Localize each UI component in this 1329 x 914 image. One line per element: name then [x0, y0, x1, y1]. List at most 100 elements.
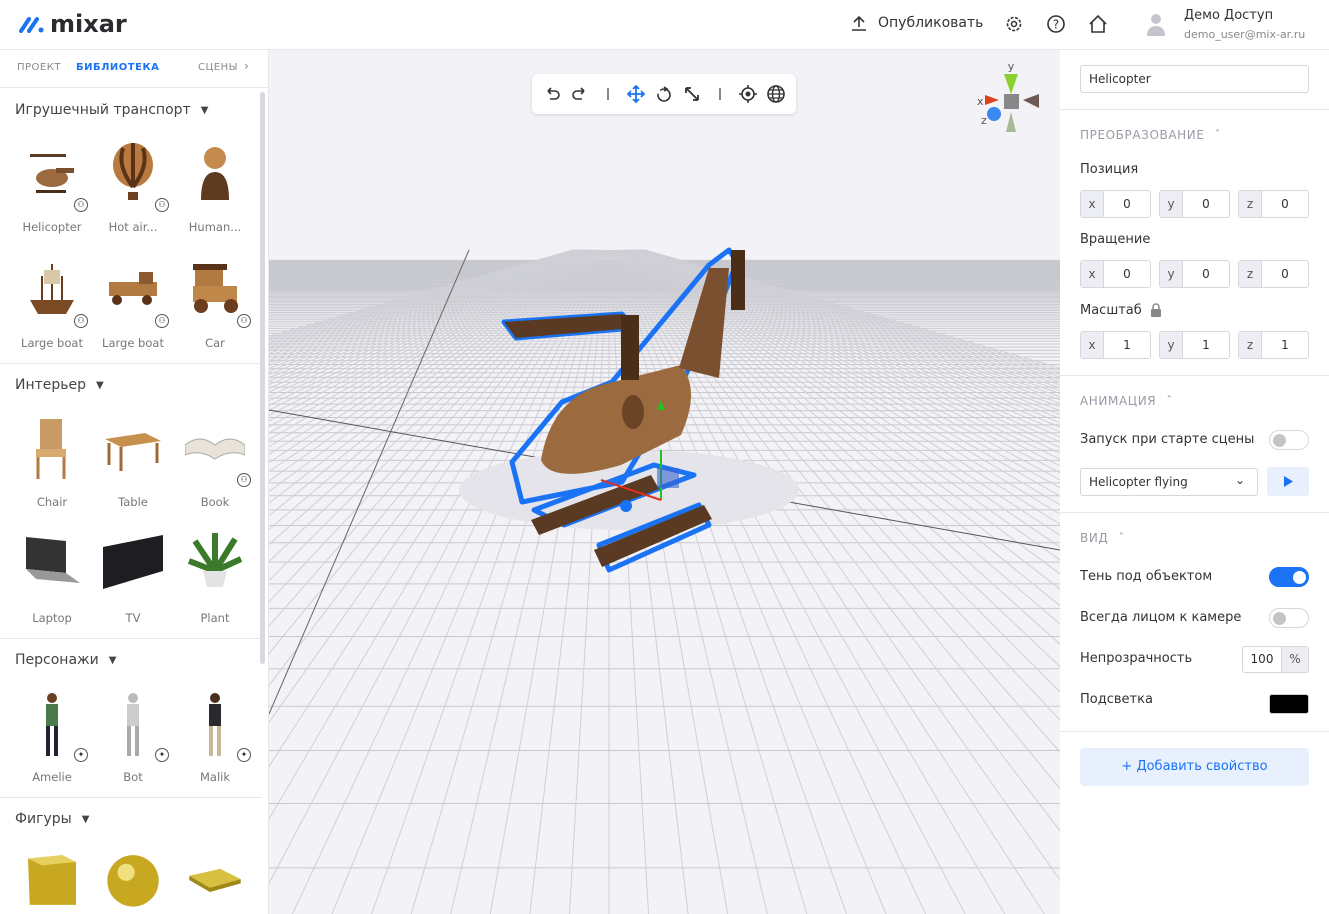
tab-library[interactable]: БИБЛИОТЕКА [76, 62, 159, 73]
library-item-large-boat[interactable]: ⚇ Large boat [12, 256, 92, 351]
object-name-input[interactable]: Helicopter [1080, 65, 1309, 93]
axis-label: y [1160, 261, 1183, 287]
rotate-icon[interactable] [654, 84, 674, 104]
play-animation-button[interactable] [1267, 467, 1309, 496]
divider [0, 797, 262, 798]
library-item-human[interactable]: Human... [175, 140, 255, 235]
scale-icon[interactable] [682, 84, 702, 104]
shadow-toggle[interactable] [1269, 567, 1309, 587]
tab-project[interactable]: ПРОЕКТ [17, 62, 61, 73]
view-section-header[interactable]: ВИД ˆ [1080, 531, 1125, 545]
gizmo-y-label: y [1008, 60, 1015, 73]
library-item-hot-air-balloon[interactable]: ⚇ Hot air... [93, 140, 173, 235]
plane-thumbnail [189, 868, 241, 892]
animation-badge-icon: ⚇ [237, 314, 251, 328]
section-characters[interactable]: Персонажи ▼ [15, 652, 116, 668]
position-z-field[interactable]: z0 [1238, 190, 1309, 218]
library-item-plane[interactable] [175, 850, 255, 912]
rotation-z-field[interactable]: z0 [1238, 260, 1309, 288]
rotation-y-field[interactable]: y0 [1159, 260, 1230, 288]
library-item-table[interactable]: Table [93, 415, 173, 510]
highlight-label: Подсветка [1080, 692, 1153, 707]
library-item-chair[interactable]: Chair [12, 415, 92, 510]
focus-target-icon[interactable] [738, 84, 758, 104]
lock-icon[interactable] [1150, 303, 1162, 317]
position-y-field[interactable]: y0 [1159, 190, 1230, 218]
publish-button[interactable]: Опубликовать [850, 14, 983, 32]
chevron-up-icon: ˆ [1166, 394, 1173, 408]
library-item-malik[interactable]: ✦ Malik [175, 690, 255, 785]
transform-toolbar [532, 74, 796, 114]
library-item-large-boat-2[interactable]: ⚇ Large boat [93, 256, 173, 351]
library-item-laptop[interactable]: Laptop [12, 531, 92, 626]
tv-thumbnail [103, 535, 163, 589]
undo-icon[interactable] [542, 84, 562, 104]
helicopter-thumbnail [30, 154, 74, 193]
library-item-helicopter[interactable]: ⚇ Helicopter [12, 140, 92, 235]
table-thumbnail [105, 433, 161, 471]
chevron-down-icon: ▼ [108, 654, 117, 666]
add-property-button[interactable]: + Добавить свойство [1080, 748, 1309, 786]
highlight-color-swatch[interactable] [1269, 694, 1309, 714]
divider [1060, 109, 1329, 110]
move-icon[interactable] [626, 84, 646, 104]
toggle-knob [1273, 612, 1286, 625]
chevron-down-icon: ▼ [81, 813, 90, 825]
item-label: Helicopter [22, 220, 82, 234]
mixar-logo[interactable]: mixar [18, 10, 127, 38]
3d-viewport[interactable]: y x z [269, 50, 1060, 914]
helicopter-model[interactable] [269, 50, 1060, 914]
globe-icon[interactable] [766, 84, 786, 104]
axis-gizmo[interactable]: y x z [969, 56, 1049, 146]
scale-x-field[interactable]: x1 [1080, 331, 1151, 359]
autostart-toggle[interactable] [1269, 430, 1309, 450]
library-item-car[interactable]: ⚇ Car [175, 256, 255, 351]
library-item-bot[interactable]: ✦ Bot [93, 690, 173, 785]
book-thumbnail [185, 438, 245, 460]
item-label: Chair [36, 495, 68, 509]
position-x-field[interactable]: x0 [1080, 190, 1151, 218]
redo-icon[interactable] [570, 84, 590, 104]
section-interior[interactable]: Интерьер ▼ [15, 377, 104, 393]
scale-y-field[interactable]: y1 [1159, 331, 1230, 359]
opacity-input[interactable]: 100% [1242, 646, 1309, 673]
rotation-x-field[interactable]: x0 [1080, 260, 1151, 288]
gear-icon[interactable] [1004, 14, 1024, 34]
top-header: mixar Опубликовать ? Демо Доступ demo_us… [0, 0, 1329, 50]
value: 0 [1281, 267, 1289, 281]
scrollbar[interactable] [260, 92, 265, 664]
section-title: Интерьер [15, 377, 87, 393]
library-item-plant[interactable]: Plant [175, 531, 255, 626]
item-label: Hot air... [108, 220, 158, 234]
library-item-amelie[interactable]: ✦ Amelie [12, 690, 92, 785]
library-item-sphere[interactable] [93, 850, 173, 912]
animation-badge-icon: ⚇ [237, 473, 251, 487]
axis-label: y [1160, 332, 1183, 358]
animation-badge-icon: ⚇ [74, 198, 88, 212]
chevron-right-icon[interactable]: › [244, 59, 249, 73]
face-camera-toggle[interactable] [1269, 608, 1309, 628]
item-label: TV [125, 611, 141, 625]
home-icon[interactable] [1088, 14, 1108, 34]
library-item-book[interactable]: ⚇ Book [175, 415, 255, 510]
help-icon[interactable]: ? [1046, 14, 1066, 34]
toggle-knob [1273, 434, 1286, 447]
chevron-up-icon: ˆ [1214, 128, 1222, 142]
transform-section-header[interactable]: ПРЕОБРАЗОВАНИЕ ˆ [1080, 128, 1221, 142]
section-shapes[interactable]: Фигуры ▼ [15, 811, 89, 827]
human-thumbnail [201, 147, 229, 200]
animation-section-header[interactable]: АНИМАЦИЯ ˆ [1080, 394, 1173, 408]
user-menu[interactable]: Демо Доступ demo_user@mix-ar.ru [1145, 6, 1325, 44]
section-toy-transport[interactable]: Игрушечный транспорт ▼ [15, 102, 208, 118]
section-title: Фигуры [15, 811, 72, 827]
library-item-tv[interactable]: TV [93, 531, 173, 626]
autostart-label: Запуск при старте сцены [1080, 432, 1255, 447]
scale-z-field[interactable]: z1 [1238, 331, 1309, 359]
animation-badge-icon: ⚇ [155, 198, 169, 212]
gizmo-z-label: z [981, 114, 987, 127]
library-item-cube[interactable] [12, 850, 92, 912]
animation-select[interactable]: Helicopter flying ⌄ [1080, 468, 1258, 496]
malik-thumbnail [209, 693, 221, 756]
tab-scenes[interactable]: СЦЕНЫ [198, 62, 238, 73]
axis-label: x [1081, 191, 1104, 217]
